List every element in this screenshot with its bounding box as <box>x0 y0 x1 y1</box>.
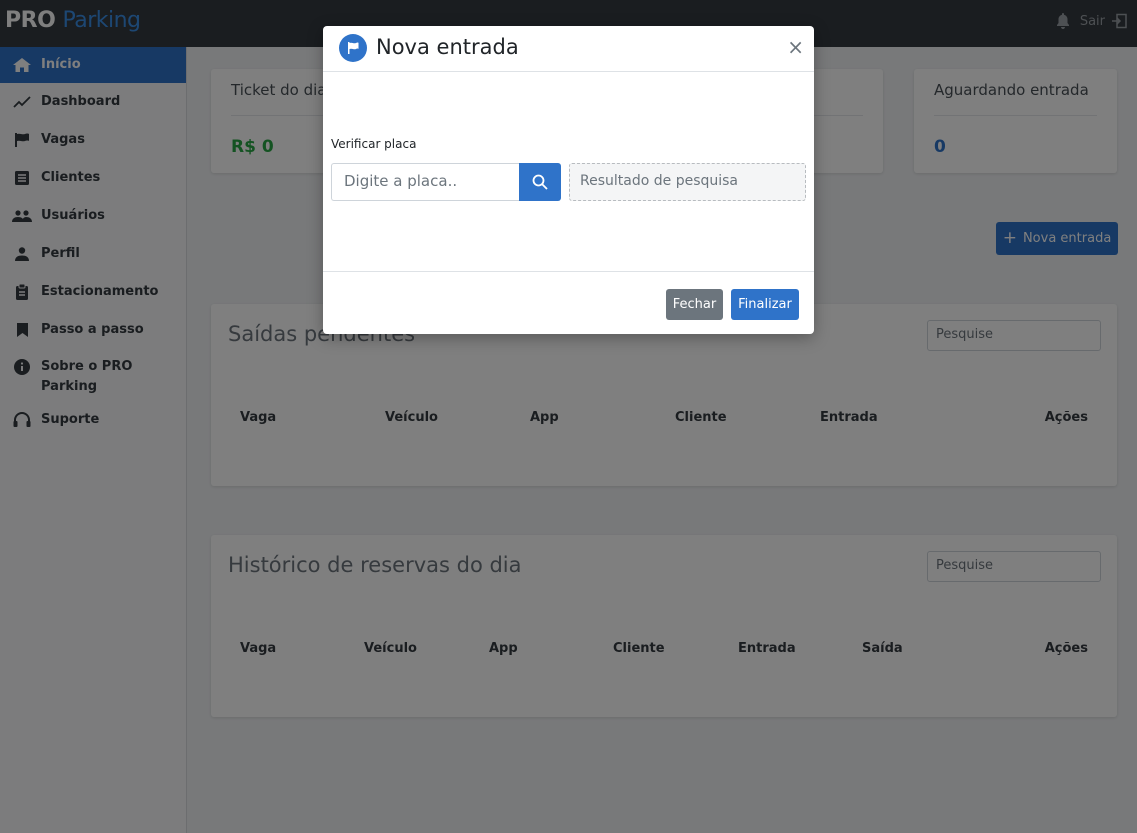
close-button[interactable]: Fechar <box>666 289 723 320</box>
flag-icon <box>339 34 367 62</box>
finish-button[interactable]: Finalizar <box>731 289 799 320</box>
verify-plate-label: Verificar placa <box>331 137 417 151</box>
modal-header: Nova entrada × <box>323 26 814 72</box>
search-button[interactable] <box>519 163 561 201</box>
search-icon <box>532 174 548 190</box>
plate-input[interactable]: Digite a placa.. <box>331 163 520 201</box>
modal-footer: Fechar Finalizar <box>323 271 814 334</box>
modal-title: Nova entrada <box>376 35 519 59</box>
close-icon[interactable]: × <box>787 37 804 57</box>
search-result-field: Resultado de pesquisa <box>569 163 806 201</box>
new-entry-modal: Nova entrada × Verificar placa Digite a … <box>323 26 814 334</box>
